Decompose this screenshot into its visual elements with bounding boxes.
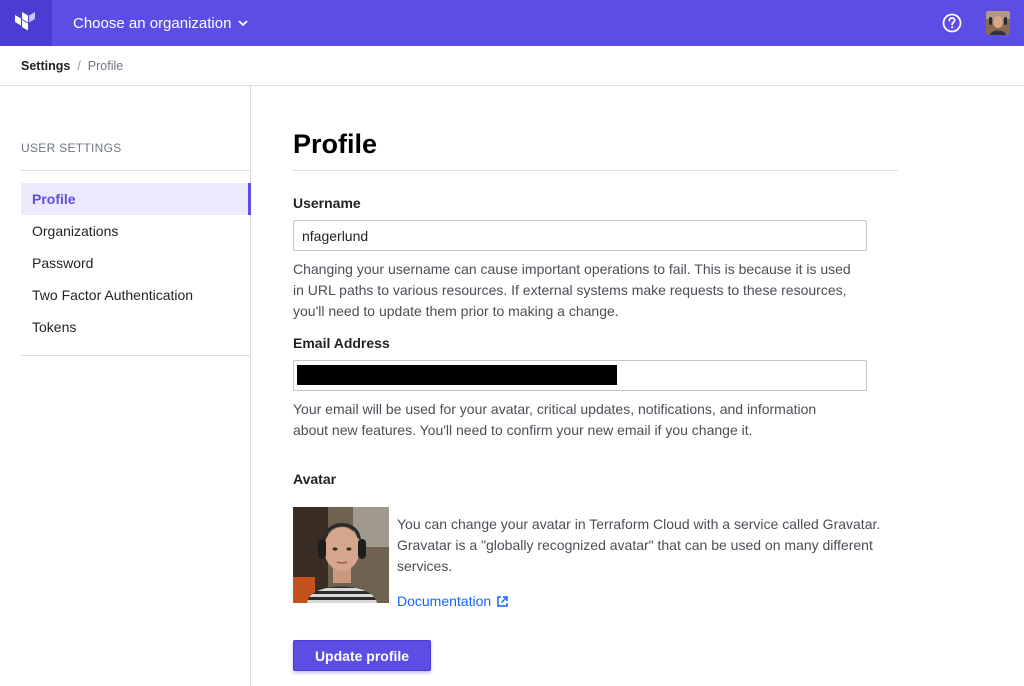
sidebar-item-two-factor-authentication[interactable]: Two Factor Authentication [21,279,251,311]
chevron-down-icon [237,17,249,29]
organization-selector[interactable]: Choose an organization [73,0,249,46]
title-divider [293,170,898,171]
sidebar-item-tokens[interactable]: Tokens [21,311,251,343]
sidebar-item-profile[interactable]: Profile [21,183,251,215]
sidebar-nav: Profile Organizations Password Two Facto… [21,183,251,343]
avatar-label: Avatar [293,471,337,487]
top-nav: Choose an organization [0,0,1024,46]
redacted-email [297,365,617,385]
sidebar-divider [21,355,250,356]
email-label: Email Address [293,335,390,351]
email-field-wrapper [293,360,867,391]
avatar-image [293,507,389,603]
sidebar-divider [21,170,250,171]
breadcrumb: Settings / Profile [0,46,1024,86]
update-profile-button[interactable]: Update profile [293,640,431,671]
documentation-link-label: Documentation [397,593,492,609]
settings-sidebar: USER SETTINGS Profile Organizations Pass… [0,86,251,686]
help-circle-icon[interactable] [941,12,963,34]
external-link-icon [496,595,509,608]
avatar-description: You can change your avatar in Terraform … [397,516,881,574]
user-avatar[interactable] [986,11,1010,35]
sidebar-item-organizations[interactable]: Organizations [21,215,251,247]
breadcrumb-settings-link[interactable]: Settings [21,59,70,73]
breadcrumb-current: Profile [87,58,124,73]
documentation-link[interactable]: Documentation [397,593,509,609]
breadcrumb-separator: / [77,58,81,73]
terraform-logo-icon[interactable] [0,0,52,46]
page-title: Profile [293,129,378,159]
sidebar-item-password[interactable]: Password [21,247,251,279]
username-help-text: Changing your username can cause importa… [293,261,851,319]
organization-selector-label: Choose an organization [73,14,232,32]
username-input[interactable] [293,220,867,251]
sidebar-heading: USER SETTINGS [21,141,122,155]
email-help-text: Your email will be used for your avatar,… [293,401,817,438]
username-label: Username [293,195,361,211]
